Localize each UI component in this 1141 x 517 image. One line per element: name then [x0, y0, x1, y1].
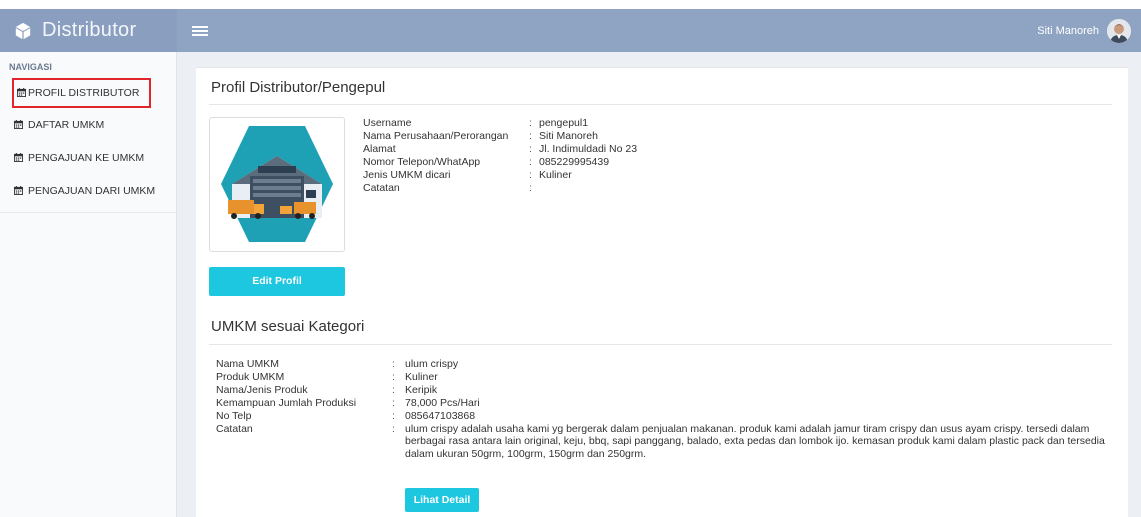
distributor-photo: [209, 117, 345, 252]
field-value: Keripik: [405, 383, 438, 396]
sidebar: NAVIGASI PROFIL DISTRIBUTOR DAFTAR UMKM …: [0, 52, 177, 517]
field-value: Kuliner: [539, 168, 572, 181]
field-value: ulum crispy adalah usaha kami yg bergera…: [405, 422, 1105, 461]
umkm-row-name: Nama UMKM: ulum crispy: [216, 358, 1118, 371]
sidebar-item-label: DAFTAR UMKM: [28, 118, 105, 131]
field-value: Kuliner: [405, 370, 438, 383]
field-label: Produk UMKM: [216, 370, 285, 383]
umkm-row-product-type: Nama/Jenis Produk: Keripik: [216, 384, 1118, 397]
calendar-icon: [14, 153, 23, 162]
field-value: 78,000 Pcs/Hari: [405, 396, 480, 409]
umkm-section-title: UMKM sesuai Kategori: [211, 318, 365, 335]
menu-toggle-icon[interactable]: [192, 24, 208, 38]
profile-row-address: Alamat: Jl. Indimuldadi No 23: [363, 142, 638, 155]
avatar-icon: [1107, 18, 1131, 43]
field-label: Jenis UMKM dicari: [363, 168, 451, 181]
profile-title: Profil Distributor/Pengepul: [211, 79, 386, 96]
umkm-title-divider: [209, 344, 1112, 345]
field-label: No Telp: [216, 409, 252, 422]
field-label: Nama Perusahaan/Perorangan: [363, 129, 509, 142]
sidebar-item-pengajuan-dari-umkm[interactable]: PENGAJUAN DARI UMKM: [0, 174, 176, 207]
field-label: Catatan: [363, 181, 400, 194]
profile-details: Username: pengepul1 Nama Perusahaan/Pero…: [363, 117, 637, 194]
profile-row-username: Username: pengepul1: [363, 117, 589, 129]
sidebar-item-profil-distributor[interactable]: PROFIL DISTRIBUTOR: [12, 78, 151, 108]
sidebar-item-daftar-umkm[interactable]: DAFTAR UMKM: [0, 108, 176, 141]
field-label: Nama/Jenis Produk: [216, 383, 308, 396]
warehouse-illustration-icon: [221, 126, 333, 242]
field-label: Nama UMKM: [216, 358, 280, 370]
user-name: Siti Manoreh: [1037, 24, 1099, 37]
calendar-icon: [14, 120, 23, 129]
calendar-icon: [14, 186, 23, 195]
field-label: Alamat: [363, 142, 396, 155]
sidebar-item-label: PENGAJUAN DARI UMKM: [28, 184, 156, 197]
top-spacer: [0, 0, 1141, 9]
view-detail-button[interactable]: Lihat Detail: [405, 488, 479, 512]
field-label: Nomor Telepon/WhatApp: [363, 155, 481, 168]
profile-row-phone: Nomor Telepon/WhatApp: 085229995439: [363, 155, 610, 168]
field-value: ulum crispy: [405, 358, 459, 370]
umkm-row-notes: Catatan: ulum crispy adalah usaha kami y…: [216, 423, 1118, 462]
calendar-icon: [17, 88, 26, 97]
user-menu[interactable]: Siti Manoreh: [1037, 9, 1131, 52]
sidebar-item-pengajuan-ke-umkm[interactable]: PENGAJUAN KE UMKM: [0, 141, 176, 174]
top-navbar: Distributor Siti Manoreh: [0, 9, 1141, 52]
cube-logo-icon: [15, 22, 31, 39]
field-label: Username: [363, 117, 412, 129]
main-content-box: Profil Distributor/Pengepul Edit Profil …: [196, 67, 1128, 517]
umkm-details: Nama UMKM: ulum crispy Produk UMKM: Kuli…: [216, 358, 1118, 461]
nav-heading: NAVIGASI: [9, 62, 52, 72]
field-value: Jl. Indimuldadi No 23: [539, 142, 638, 155]
profile-row-company: Nama Perusahaan/Perorangan: Siti Manoreh: [363, 129, 598, 142]
edit-profile-button[interactable]: Edit Profil: [209, 267, 345, 296]
profile-title-divider: [209, 104, 1112, 105]
umkm-row-product: Produk UMKM: Kuliner: [216, 371, 1118, 384]
sidebar-item-label: PENGAJUAN KE UMKM: [28, 151, 145, 164]
field-label: Catatan: [216, 422, 253, 435]
profile-row-category: Jenis UMKM dicari: Kuliner: [363, 168, 572, 181]
profile-row-notes: Catatan:: [363, 181, 532, 194]
sidebar-item-label: PROFIL DISTRIBUTOR: [28, 87, 140, 99]
field-value: pengepul1: [539, 117, 589, 129]
brand[interactable]: Distributor: [0, 9, 177, 52]
umkm-row-capacity: Kemampuan Jumlah Produksi: 78,000 Pcs/Ha…: [216, 397, 1118, 410]
sidebar-divider: [0, 212, 177, 213]
user-avatar[interactable]: [1107, 18, 1131, 43]
field-value: 085229995439: [539, 155, 610, 168]
field-value: Siti Manoreh: [539, 129, 598, 142]
field-value: 085647103868: [405, 409, 476, 422]
umkm-row-phone: No Telp: 085647103868: [216, 410, 1118, 423]
field-label: Kemampuan Jumlah Produksi: [216, 396, 357, 409]
brand-title: Distributor: [42, 19, 137, 41]
